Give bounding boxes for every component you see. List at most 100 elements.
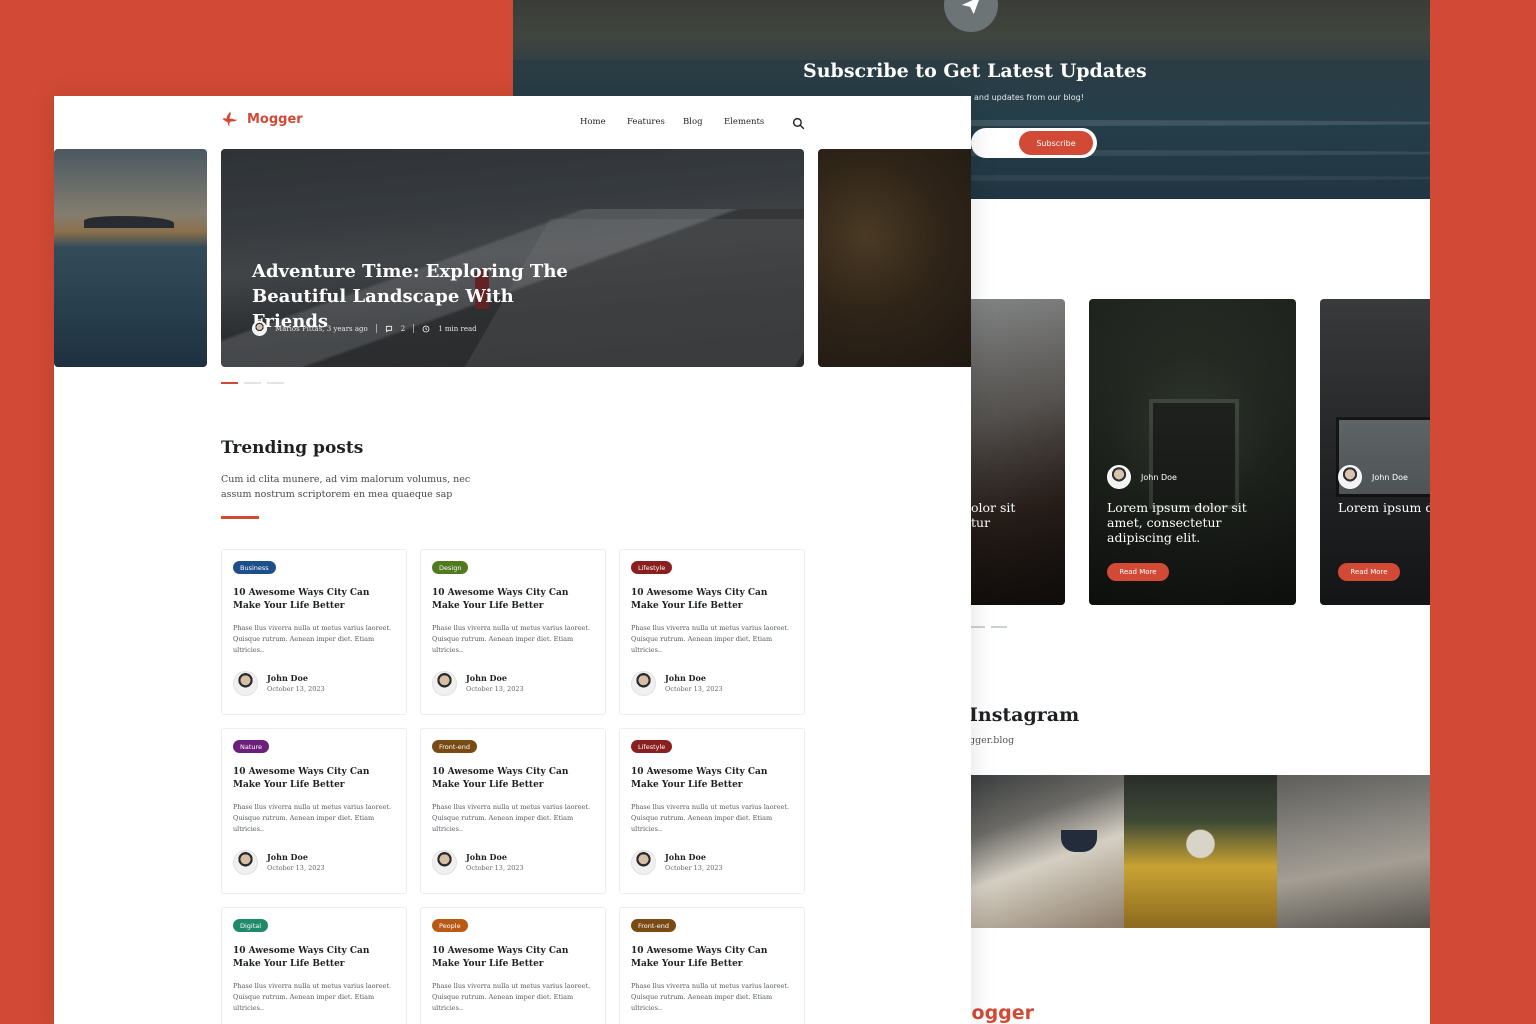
post-date: October 13, 2023 (466, 864, 524, 872)
post-author: John Doe October 13, 2023 (432, 671, 524, 696)
post-title[interactable]: 10 Awesome Ways City Can Make Your Life … (432, 766, 582, 792)
slider-dot[interactable] (244, 382, 261, 384)
header: Mogger Home Features Blog Elements (54, 96, 971, 148)
slide-previous[interactable] (54, 149, 207, 367)
post-excerpt: Phase llus viverra nulla ut metus varius… (432, 803, 591, 833)
category-badge[interactable]: Lifestyle (631, 561, 673, 574)
avatar (1338, 465, 1362, 489)
author-name[interactable]: John Doe (267, 852, 325, 863)
post-excerpt: Phase llus viverra nulla ut metus varius… (432, 982, 591, 1012)
category-badge[interactable]: Digital (233, 919, 269, 932)
author-name[interactable]: John Doe (665, 852, 723, 863)
post-title[interactable]: 10 Awesome Ways City Can Make Your Life … (631, 766, 781, 792)
category-badge[interactable]: Business (233, 561, 276, 574)
featured-card[interactable]: John Doe Lorem ipsum dolor sit amet, con… (1089, 299, 1296, 605)
avatar (631, 850, 656, 875)
slide-next[interactable] (818, 149, 971, 367)
title-underline (221, 516, 259, 519)
slider-dots (969, 626, 1007, 628)
avatar (233, 850, 258, 875)
instagram-gallery (913, 775, 1430, 928)
post-card[interactable]: Design 10 Awesome Ways City Can Make You… (420, 549, 606, 715)
featured-card-title: Lorem ipsum dolor sit amet, consectetur … (1107, 500, 1247, 545)
category-badge[interactable]: Lifestyle (631, 740, 673, 753)
post-card[interactable]: Nature 10 Awesome Ways City Can Make You… (221, 728, 407, 894)
menu-item-elements[interactable]: Elements (724, 117, 764, 127)
post-excerpt: Phase llus viverra nulla ut metus varius… (233, 982, 392, 1012)
post-author: John Doe October 13, 2023 (233, 850, 325, 875)
post-date: October 13, 2023 (665, 685, 723, 693)
hero-meta: Marios Pittas, 3 years ago 2 1 min read (252, 321, 477, 336)
menu-item-blog[interactable]: Blog (683, 117, 724, 127)
card-author: John Doe (1107, 465, 1177, 489)
logo-text: Mogger (247, 111, 303, 127)
post-date: October 13, 2023 (267, 685, 325, 693)
category-badge[interactable]: People (432, 919, 468, 932)
post-title[interactable]: 10 Awesome Ways City Can Make Your Life … (432, 587, 582, 613)
slider-dot[interactable] (221, 382, 238, 384)
category-badge[interactable]: Design (432, 561, 469, 574)
post-date: October 13, 2023 (665, 864, 723, 872)
avatar (233, 671, 258, 696)
post-author: John Doe October 13, 2023 (631, 850, 723, 875)
featured-card-title: olor sit tur (971, 500, 1016, 530)
instagram-handle[interactable]: gger.blog (969, 735, 1014, 746)
menu-item-home[interactable]: Home (580, 117, 627, 127)
hero-comments: 2 (400, 324, 406, 333)
front-page: Mogger Home Features Blog Elements Adven… (54, 96, 971, 1024)
post-excerpt: Phase llus viverra nulla ut metus varius… (233, 803, 392, 833)
post-author: John Doe October 13, 2023 (631, 671, 723, 696)
author-name[interactable]: John Doe (665, 673, 723, 684)
post-date: October 13, 2023 (267, 864, 325, 872)
instagram-photo[interactable] (1124, 775, 1277, 928)
post-author: John Doe October 13, 2023 (233, 671, 325, 696)
instagram-photo[interactable] (1277, 775, 1430, 928)
author-name[interactable]: John Doe (267, 673, 325, 684)
post-title[interactable]: 10 Awesome Ways City Can Make Your Life … (432, 945, 582, 971)
logo[interactable]: Mogger (221, 110, 303, 128)
hero-author[interactable]: Marios Pittas, 3 years ago (275, 325, 368, 333)
post-excerpt: Phase llus viverra nulla ut metus varius… (631, 982, 790, 1012)
post-title[interactable]: 10 Awesome Ways City Can Make Your Life … (233, 945, 383, 971)
post-card[interactable]: Front-end 10 Awesome Ways City Can Make … (619, 907, 805, 1024)
subscribe-text: and updates from our blog! (974, 93, 1084, 102)
post-title[interactable]: 10 Awesome Ways City Can Make Your Life … (233, 587, 383, 613)
post-card[interactable]: Lifestyle 10 Awesome Ways City Can Make … (619, 728, 805, 894)
category-badge[interactable]: Front-end (432, 740, 478, 753)
post-title[interactable]: 10 Awesome Ways City Can Make Your Life … (233, 766, 383, 792)
hero-read-time: 1 min read (438, 324, 477, 333)
slider-dots (221, 382, 284, 384)
post-grid: Business 10 Awesome Ways City Can Make Y… (221, 549, 805, 1024)
read-more-button[interactable]: Read More (1107, 563, 1169, 581)
post-title[interactable]: 10 Awesome Ways City Can Make Your Life … (631, 587, 781, 613)
post-date: October 13, 2023 (466, 685, 524, 693)
category-badge[interactable]: Nature (233, 740, 270, 753)
read-more-button[interactable]: Read More (1338, 563, 1400, 581)
menu-item-features[interactable]: Features (627, 117, 683, 127)
category-badge[interactable]: Front-end (631, 919, 677, 932)
avatar (432, 850, 457, 875)
instagram-title: Instagram (969, 704, 1080, 726)
slider-dot[interactable] (267, 382, 284, 384)
avatar (1107, 465, 1131, 489)
post-card[interactable]: Digital 10 Awesome Ways City Can Make Yo… (221, 907, 407, 1024)
post-card[interactable]: Front-end 10 Awesome Ways City Can Make … (420, 728, 606, 894)
post-card[interactable]: Business 10 Awesome Ways City Can Make Y… (221, 549, 407, 715)
post-card[interactable]: People 10 Awesome Ways City Can Make You… (420, 907, 606, 1024)
comment-icon (385, 325, 392, 332)
post-card[interactable]: Lifestyle 10 Awesome Ways City Can Make … (619, 549, 805, 715)
author-name[interactable]: John Doe (466, 852, 524, 863)
instagram-photo[interactable] (971, 775, 1124, 928)
hero-slide[interactable]: Adventure Time: Exploring The Beautiful … (221, 149, 804, 367)
author-name[interactable]: John Doe (466, 673, 524, 684)
search-icon[interactable] (792, 115, 805, 134)
main-menu: Home Features Blog Elements (580, 117, 764, 127)
featured-card[interactable]: John Doe Lorem ipsum d amet, consecte ad… (1320, 299, 1430, 605)
post-excerpt: Phase llus viverra nulla ut metus varius… (432, 624, 591, 654)
subscribe-button[interactable]: Subscribe (1019, 131, 1093, 155)
post-author: John Doe October 13, 2023 (432, 850, 524, 875)
author-name: John Doe (1141, 472, 1177, 482)
post-title[interactable]: 10 Awesome Ways City Can Make Your Life … (631, 945, 781, 971)
footer-logo[interactable]: logger (965, 1002, 1034, 1024)
subscribe-title: Subscribe to Get Latest Updates (803, 60, 1147, 82)
